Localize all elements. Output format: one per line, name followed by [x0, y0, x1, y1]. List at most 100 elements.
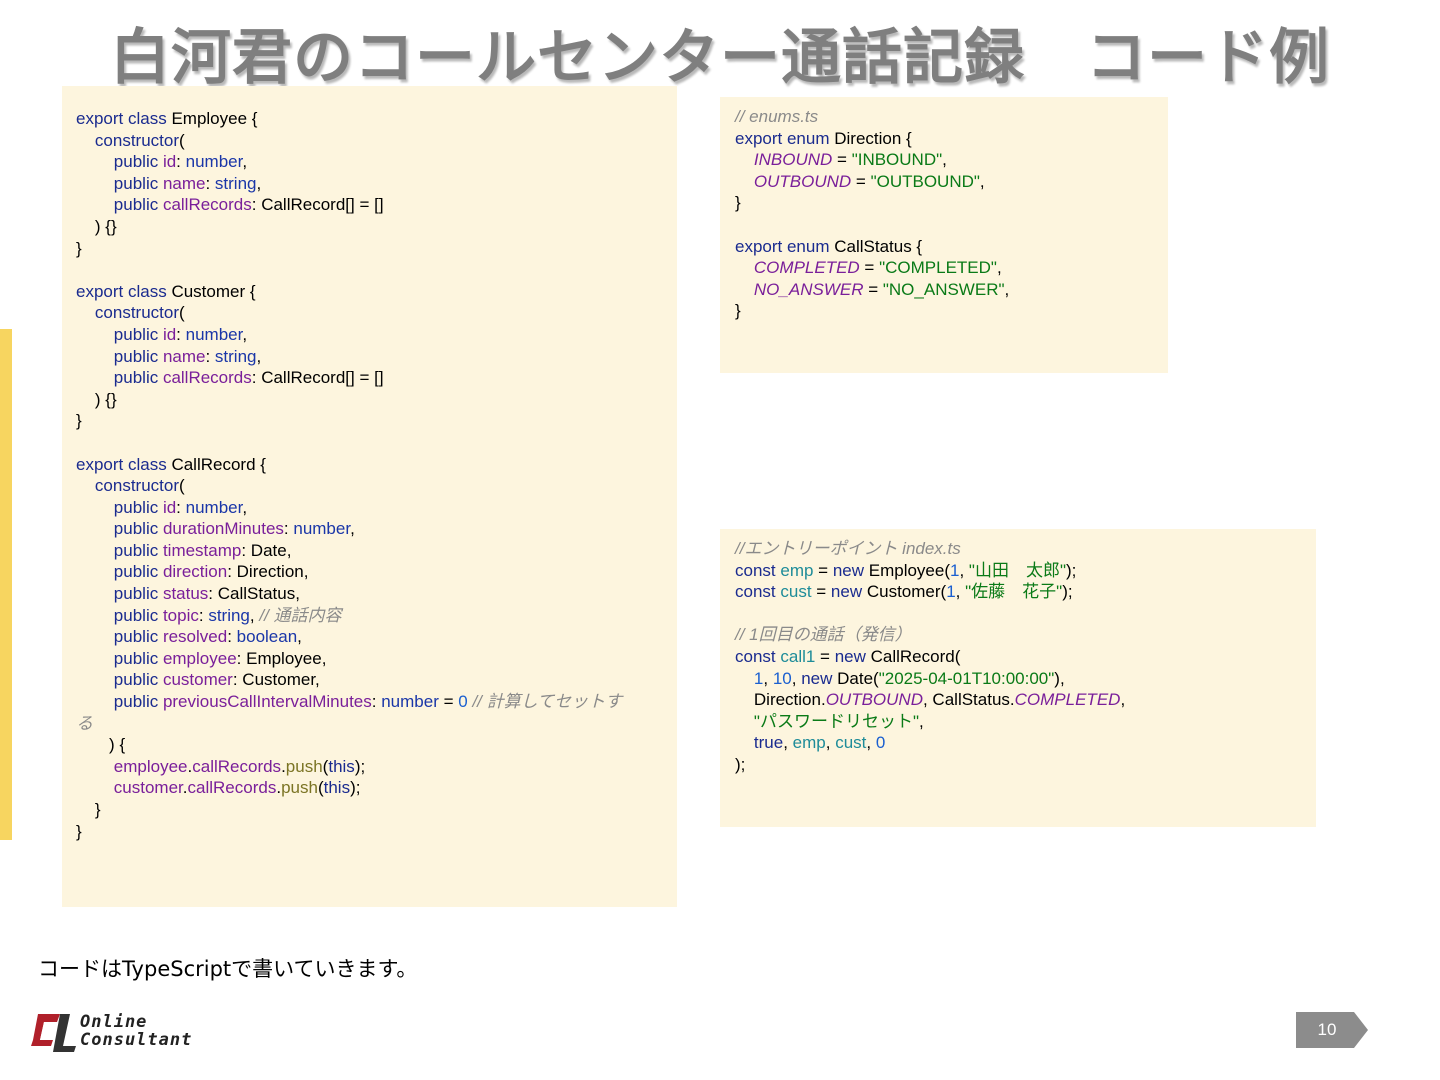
- code-token: ,: [979, 171, 985, 191]
- code-token: "INBOUND": [851, 150, 943, 170]
- code-token: export enum: [735, 128, 835, 148]
- code-line: NO_ANSWER = "NO_ANSWER",: [735, 279, 1009, 301]
- code-token: "山田 太郎": [968, 560, 1066, 580]
- code-token: ,: [256, 346, 262, 366]
- code-token: :: [283, 519, 294, 539]
- code-line: }: [735, 300, 1009, 322]
- code-token: callRecords: [192, 756, 282, 776]
- code-token: Employee(: [868, 560, 950, 580]
- code-token: :: [176, 152, 186, 172]
- code-token: new: [801, 668, 838, 688]
- code-token: ,: [763, 668, 773, 688]
- code-token: employee: [113, 756, 188, 776]
- code-token: ,: [825, 733, 836, 753]
- code-token: // 1回目の通話（発信）: [735, 625, 912, 645]
- code-token: public: [113, 324, 163, 344]
- code-token: COMPLETED: [753, 258, 860, 278]
- code-token: , CallStatus.: [922, 690, 1015, 710]
- code-token: ) {}: [76, 216, 117, 236]
- code-token: true: [753, 733, 784, 753]
- code-token: ,: [942, 150, 947, 170]
- code-token: : CallRecord[] = []: [251, 368, 384, 388]
- code-token: "パスワードリセット": [753, 711, 919, 731]
- code-token: "NO_ANSWER": [882, 279, 1005, 299]
- code-token: public: [113, 692, 163, 712]
- code-token: :: [176, 497, 186, 517]
- code-token: id: [162, 497, 177, 517]
- code-line: constructor(: [76, 302, 622, 324]
- code-token: =: [863, 279, 883, 299]
- code-token: status: [162, 584, 209, 604]
- code-token: public: [113, 519, 163, 539]
- code-token: ,: [1004, 279, 1010, 299]
- code-token: this: [328, 756, 355, 776]
- code-token: ,: [256, 173, 262, 193]
- code-token: public: [113, 584, 163, 604]
- code-token: callRecords: [187, 778, 277, 798]
- code-line: public customer: Customer,: [76, 669, 622, 691]
- code-token: る: [76, 713, 93, 733]
- code-line: // 1回目の通話（発信）: [735, 624, 1125, 646]
- code-token: string: [214, 173, 257, 193]
- code-line: const call1 = new CallRecord(: [735, 646, 1125, 668]
- slide-title: 白河君のコールセンター通話記録 コード例: [110, 23, 1330, 93]
- code-token: previousCallIntervalMinutes: [162, 692, 372, 712]
- code-line: }: [76, 410, 622, 432]
- code-token: :: [176, 324, 186, 344]
- code-token: string: [214, 346, 257, 366]
- code-token: "佐藤 花子": [965, 582, 1063, 602]
- code-token: public: [113, 497, 163, 517]
- code-token: id: [162, 324, 177, 344]
- code-token: ,: [1120, 690, 1126, 710]
- code-token: ,: [996, 258, 1002, 278]
- code-token: }: [76, 411, 82, 431]
- code-line: public topic: string, // 通話内容: [76, 605, 622, 627]
- code-token: =: [832, 150, 852, 170]
- code-token: =: [438, 692, 459, 712]
- code-token: call1: [780, 646, 816, 666]
- accent-bar: [0, 329, 12, 840]
- code-token: constructor: [94, 476, 179, 496]
- code-token: public: [113, 195, 163, 215]
- code-line: export class Employee {: [76, 108, 622, 130]
- code-token: ,: [955, 582, 966, 602]
- code-line: public durationMinutes: number,: [76, 518, 622, 540]
- code-token: // enums.ts: [735, 107, 819, 126]
- code-token: timestamp: [162, 540, 242, 560]
- code-line: public resolved: boolean,: [76, 626, 622, 648]
- code-token: =: [813, 560, 833, 580]
- code-token: Customer(: [866, 582, 947, 602]
- code-line: export enum Direction {: [735, 128, 1009, 150]
- code-token: resolved: [162, 627, 228, 647]
- code-token: public: [113, 648, 163, 668]
- code-token: =: [851, 171, 871, 191]
- code-token: const: [735, 560, 781, 580]
- code-line: export enum CallStatus {: [735, 236, 1009, 258]
- code-token: customer: [162, 670, 233, 690]
- code-token: ,: [249, 605, 260, 625]
- code-token: ,: [242, 152, 248, 172]
- code-token: : Date,: [241, 540, 292, 560]
- code-token: (: [179, 476, 185, 496]
- code-token: ,: [242, 497, 248, 517]
- code-line: ) {}: [76, 389, 622, 411]
- code-line: public timestamp: Date,: [76, 540, 622, 562]
